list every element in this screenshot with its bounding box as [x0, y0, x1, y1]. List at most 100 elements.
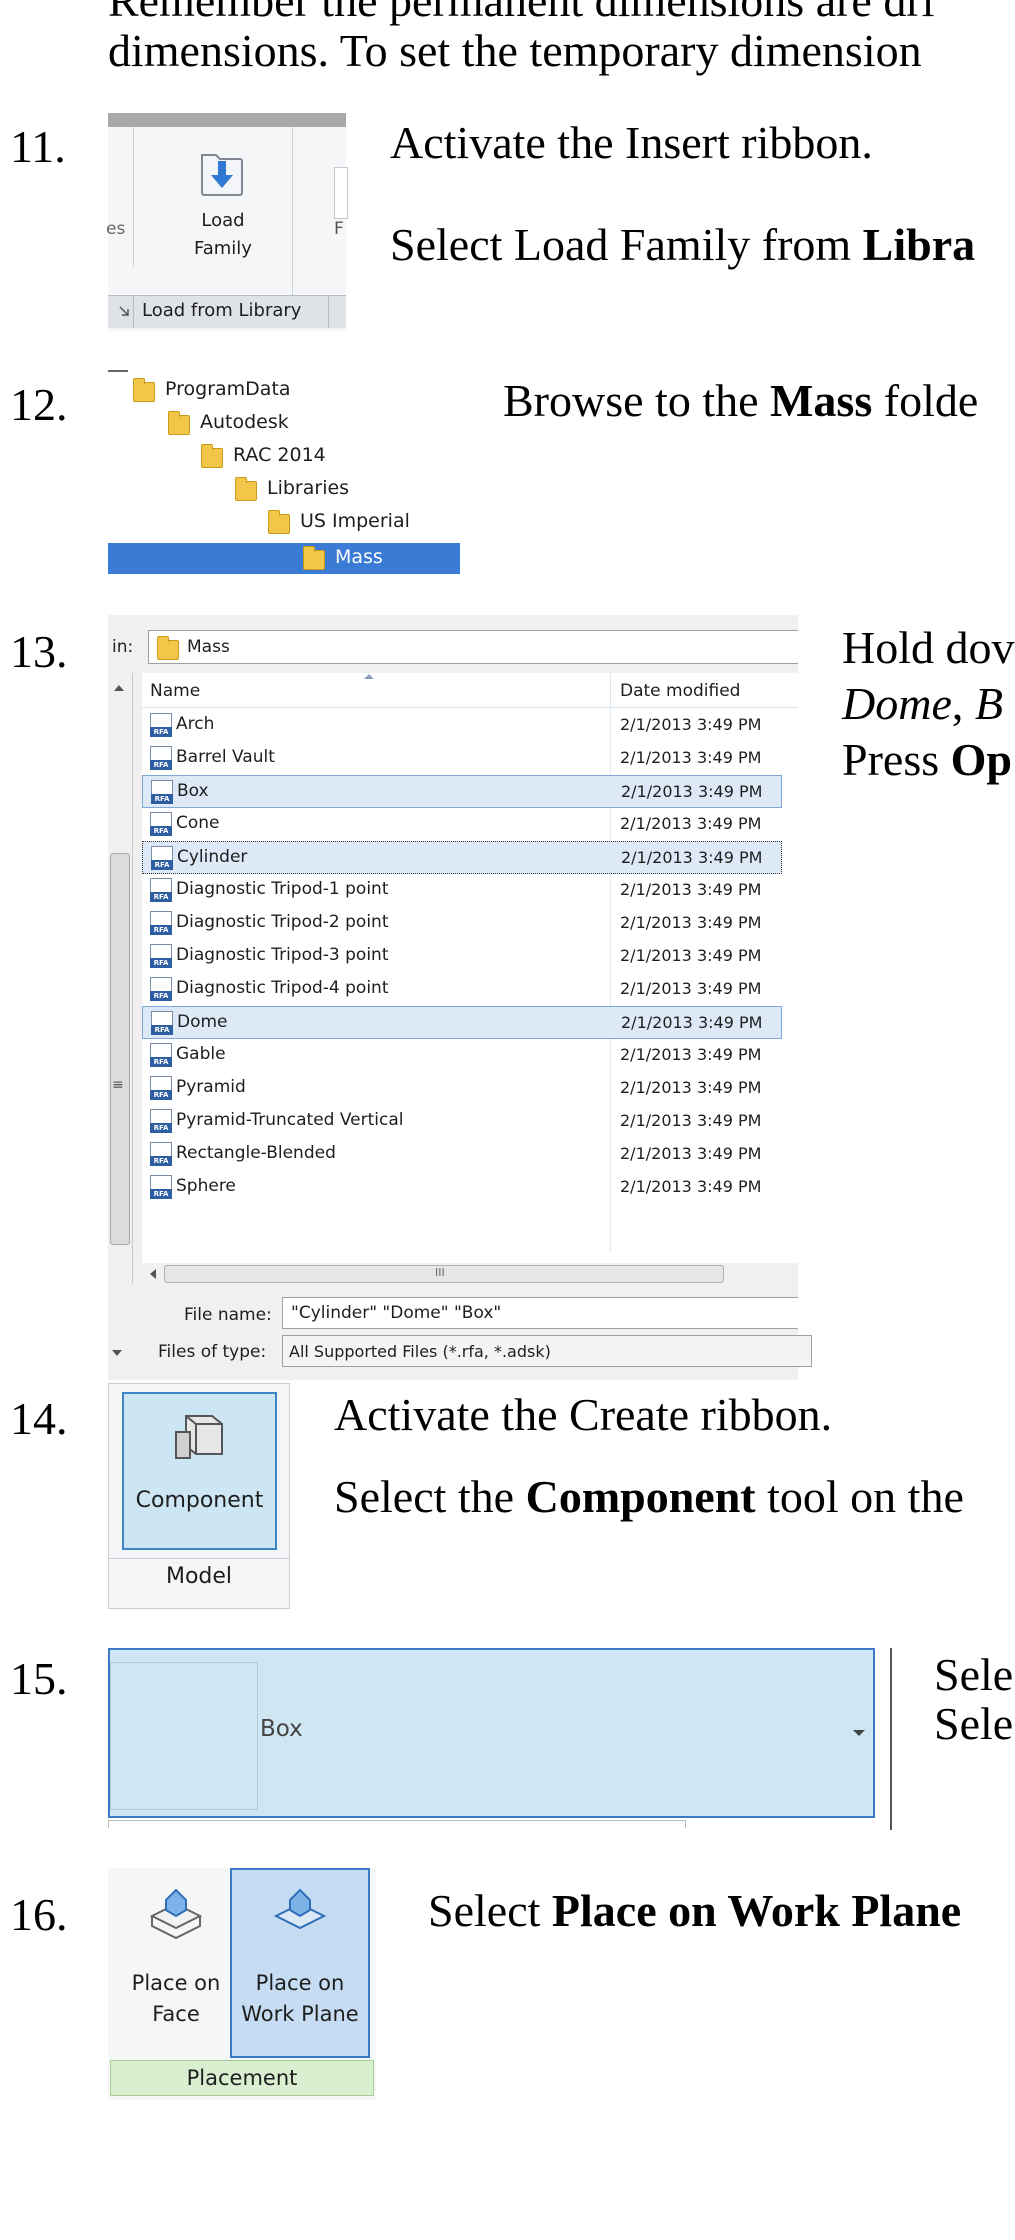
dialog-launcher-icon[interactable] [118, 304, 130, 316]
step13-text-2: Dome, B [842, 678, 1003, 729]
type-selector-value: Box [260, 1716, 303, 1742]
load-family-label-2: Family [194, 238, 252, 259]
folder-icon [303, 546, 325, 570]
place-on-work-plane-label-1: Place on [255, 1971, 345, 1995]
place-on-work-plane-icon [270, 1880, 330, 1940]
file-name: Rectangle-Blended [176, 1143, 336, 1163]
file-row[interactable]: Arch 2/1/2013 3:49 PM [142, 709, 782, 742]
files-of-type-select[interactable]: All Supported Files (*.rfa, *.adsk) [282, 1335, 812, 1367]
component-label: Component [135, 1488, 264, 1513]
file-row[interactable]: Pyramid-Truncated Vertical 2/1/2013 3:49 … [142, 1105, 782, 1138]
component-icon [168, 1402, 232, 1466]
step13-text-1: Hold dov [842, 622, 1015, 673]
nav-scrollbar-thumb[interactable] [110, 853, 130, 1245]
horizontal-scrollbar[interactable]: III [142, 1263, 798, 1285]
column-header-date[interactable]: Date modified [620, 681, 740, 701]
file-name: Sphere [176, 1176, 236, 1196]
file-date: 2/1/2013 3:49 PM [620, 1045, 762, 1064]
file-row[interactable]: Barrel Vault 2/1/2013 3:49 PM [142, 742, 782, 775]
step-number: 15. [10, 1653, 68, 1704]
step-number: 14. [10, 1393, 68, 1444]
rfa-file-icon [151, 780, 173, 804]
step11-text-2: Select Load Family from Libra [390, 219, 976, 270]
component-button[interactable]: Component [122, 1392, 277, 1550]
rfa-file-icon [150, 1076, 172, 1100]
file-row[interactable]: Dome 2/1/2013 3:49 PM [142, 1006, 782, 1039]
load-family-button[interactable]: Load Family [168, 147, 278, 282]
nav-scroll-up-icon[interactable] [114, 685, 124, 691]
rfa-file-icon [150, 944, 172, 968]
file-date: 2/1/2013 3:49 PM [620, 748, 762, 767]
file-date: 2/1/2013 3:49 PM [620, 979, 762, 998]
file-row[interactable]: Cone 2/1/2013 3:49 PM [142, 808, 782, 841]
place-on-face-label-2: Face [152, 2002, 200, 2026]
chevron-down-icon[interactable] [112, 1350, 122, 1356]
column-header-name[interactable]: Name [150, 681, 200, 701]
file-name: Barrel Vault [176, 747, 275, 767]
intro-line-2: dimensions. To set the temporary dimensi… [108, 25, 922, 76]
file-date: 2/1/2013 3:49 PM [620, 1111, 762, 1130]
file-date: 2/1/2013 3:49 PM [621, 1013, 763, 1032]
rfa-file-icon [150, 911, 172, 935]
file-date: 2/1/2013 3:49 PM [620, 715, 762, 734]
place-on-face-label-1: Place on [131, 1971, 221, 1995]
type-selector-screenshot: Box [108, 1648, 893, 1830]
step-number: 13. [10, 626, 68, 677]
step15-text-1: Sele [934, 1649, 1014, 1700]
step11-text-1: Activate the Insert ribbon. [390, 117, 873, 168]
file-name-input[interactable]: "Cylinder" "Dome" "Box" [282, 1297, 798, 1329]
file-date: 2/1/2013 3:49 PM [621, 848, 763, 867]
tree-item-selected[interactable]: Mass [108, 543, 460, 574]
file-name: Diagnostic Tripod-1 point [176, 879, 389, 899]
type-preview [110, 1662, 258, 1810]
rfa-file-icon [151, 846, 173, 870]
scroll-left-icon[interactable] [150, 1269, 156, 1279]
load-family-label-1: Load [201, 210, 245, 231]
file-list: Name Date modified Arch2/1/2013 3:49 PMB… [142, 673, 798, 1283]
place-on-work-plane-label-2: Work Plane [241, 2002, 359, 2026]
file-row[interactable]: Sphere 2/1/2013 3:49 PM [142, 1171, 782, 1204]
step12-text: Browse to the Mass folde [503, 375, 979, 426]
look-in-dropdown[interactable]: Mass [148, 630, 798, 664]
step-number: 11. [10, 121, 66, 172]
file-row[interactable]: Diagnostic Tripod-3 point 2/1/2013 3:49 P… [142, 940, 782, 973]
file-name: Dome [177, 1012, 228, 1032]
step14-text-2: Select the Component tool on the [334, 1471, 964, 1522]
file-date: 2/1/2013 3:49 PM [620, 880, 762, 899]
file-row[interactable]: Diagnostic Tripod-4 point 2/1/2013 3:49 P… [142, 973, 782, 1006]
file-date: 2/1/2013 3:49 PM [620, 814, 762, 833]
look-in-label: in: [112, 637, 134, 657]
folder-icon [168, 411, 190, 435]
place-on-work-plane-button[interactable]: Place on Work Plane [230, 1868, 370, 2058]
file-date: 2/1/2013 3:49 PM [620, 1177, 762, 1196]
insert-ribbon-screenshot: es Load Family F Load from Library [106, 113, 348, 331]
file-name: Diagnostic Tripod-2 point [176, 912, 389, 932]
step14-text-1: Activate the Create ribbon. [334, 1389, 833, 1440]
file-name-label: File name: [184, 1305, 272, 1325]
create-ribbon-screenshot: Component Model [108, 1383, 290, 1609]
file-row[interactable]: Diagnostic Tripod-2 point 2/1/2013 3:49 P… [142, 907, 782, 940]
rfa-file-icon [150, 1109, 172, 1133]
chevron-down-icon[interactable] [853, 1730, 865, 1736]
file-date: 2/1/2013 3:49 PM [620, 946, 762, 965]
file-row[interactable]: Gable 2/1/2013 3:49 PM [142, 1039, 782, 1072]
step-number: 12. [10, 379, 68, 430]
folder-icon [133, 378, 155, 402]
file-row[interactable]: Box 2/1/2013 3:49 PM [142, 775, 782, 808]
file-name: Diagnostic Tripod-4 point [176, 978, 389, 998]
type-selector-dropdown[interactable]: Box [108, 1648, 875, 1818]
file-date: 2/1/2013 3:49 PM [620, 1144, 762, 1163]
file-row[interactable]: Rectangle-Blended 2/1/2013 3:49 PM [142, 1138, 782, 1171]
rfa-file-icon [150, 1142, 172, 1166]
place-on-face-icon [146, 1882, 206, 1942]
step15-text-2: Sele [934, 1698, 1014, 1749]
file-name: Gable [176, 1044, 226, 1064]
step16-text: Select Place on Work Plane [428, 1885, 962, 1936]
file-row[interactable]: Cylinder 2/1/2013 3:49 PM [142, 841, 782, 874]
rfa-file-icon [150, 878, 172, 902]
file-date: 2/1/2013 3:49 PM [620, 1078, 762, 1097]
file-row[interactable]: Pyramid 2/1/2013 3:49 PM [142, 1072, 782, 1105]
scroll-grip-icon: III [435, 1266, 445, 1279]
place-on-face-button[interactable]: Place on Face [120, 1872, 232, 2052]
file-row[interactable]: Diagnostic Tripod-1 point 2/1/2013 3:49 P… [142, 874, 782, 907]
